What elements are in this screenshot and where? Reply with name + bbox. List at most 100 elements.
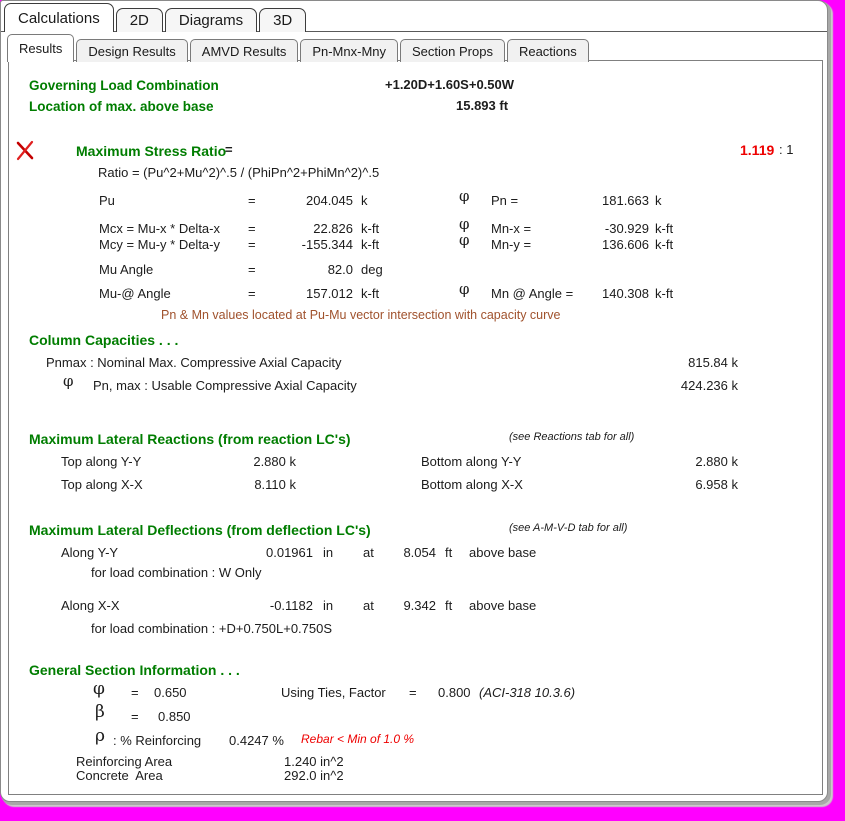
tab-diagrams[interactable]: Diagrams xyxy=(165,8,257,32)
deflection-suffix: above base xyxy=(469,546,536,561)
deflection-unit: in xyxy=(323,546,333,561)
app-window: Calculations 2D Diagrams 3D Results Desi… xyxy=(0,0,828,802)
deflection-value: 0.01961 xyxy=(231,546,313,561)
pnmax-label: Pnmax : Nominal Max. Compressive Axial C… xyxy=(46,356,342,371)
tab-section-props[interactable]: Section Props xyxy=(400,39,505,62)
tab-pn-mnx-mny[interactable]: Pn-Mnx-Mny xyxy=(300,39,398,62)
reaction-label: Bottom along X-X xyxy=(421,478,523,493)
governing-load-combination-label: Governing Load Combination xyxy=(29,78,219,94)
phi-value: 0.650 xyxy=(154,686,187,701)
location-of-max-label: Location of max. above base xyxy=(29,99,214,115)
row-unit: k xyxy=(361,194,368,209)
row-label: Mu Angle xyxy=(99,263,153,278)
screenshot-root: { "colors":{"green":"#007d00","red":"#ee… xyxy=(0,0,845,821)
phi-symbol: φ xyxy=(459,232,470,249)
row-unit: k-ft xyxy=(361,222,379,237)
row-label: Mcx = Mu-x * Delta-x xyxy=(99,222,220,237)
tab-label: 2D xyxy=(130,12,149,29)
deflection-location: 8.054 xyxy=(386,546,436,561)
row-rlabel: Mn-x = xyxy=(491,222,531,237)
row-runit: k-ft xyxy=(655,238,673,253)
concrete-area-label: Concrete Area xyxy=(76,769,163,784)
phi-pnmax-label: Pn, max : Usable Compressive Axial Capac… xyxy=(93,379,357,394)
row-unit: deg xyxy=(361,263,383,278)
beta-value: 0.850 xyxy=(158,710,191,725)
beta-eq: = xyxy=(131,710,139,725)
rho-label: : % Reinforcing xyxy=(113,734,201,749)
row-rvalue: 136.606 xyxy=(541,238,649,253)
tab-label: Results xyxy=(19,41,62,56)
max-stress-ratio-value: 1.119 xyxy=(740,142,774,158)
reaction-value: 2.880 k xyxy=(201,455,296,470)
row-value: -155.344 xyxy=(238,238,353,253)
rebar-warning: Rebar < Min of 1.0 % xyxy=(301,733,414,747)
reaction-value: 6.958 k xyxy=(601,478,738,493)
tab-amvd-results[interactable]: AMVD Results xyxy=(190,39,299,62)
tab-calculations[interactable]: Calculations xyxy=(4,3,114,32)
deflection-value: -0.1182 xyxy=(231,599,313,614)
lateral-reactions-title: Maximum Lateral Reactions (from reaction… xyxy=(29,431,351,447)
ties-value: 0.800 xyxy=(438,686,471,701)
ties-eq: = xyxy=(409,686,417,701)
row-label: Pu xyxy=(99,194,115,209)
deflection-suffix: above base xyxy=(469,599,536,614)
column-capacities-title: Column Capacities . . . xyxy=(29,332,178,348)
max-stress-ratio-eq: = xyxy=(225,143,233,158)
deflection-at: at xyxy=(363,599,374,614)
reaction-label: Top along X-X xyxy=(61,478,143,493)
reaction-label: Top along Y-Y xyxy=(61,455,141,470)
ties-code-reference: (ACI-318 10.3.6) xyxy=(479,686,575,701)
reaction-label: Bottom along Y-Y xyxy=(421,455,521,470)
tab-label: Pn-Mnx-Mny xyxy=(312,44,386,59)
deflection-at: at xyxy=(363,546,374,561)
tab-label: Design Results xyxy=(88,44,175,59)
max-stress-ratio-title: Maximum Stress Ratio xyxy=(76,143,226,159)
phi-symbol: φ xyxy=(63,373,74,390)
row-label: Mu-@ Angle xyxy=(99,287,171,302)
row-label: Mcy = Mu-y * Delta-y xyxy=(99,238,220,253)
deflections-note: (see A-M-V-D tab for all) xyxy=(509,522,627,535)
deflection-combo: for load combination : +D+0.750L+0.750S xyxy=(91,622,332,637)
beta-symbol: β xyxy=(95,703,105,723)
reaction-value: 2.880 k xyxy=(601,455,738,470)
tab-label: 3D xyxy=(273,12,292,29)
ties-label: Using Ties, Factor xyxy=(281,686,386,701)
deflection-unit: in xyxy=(323,599,333,614)
concrete-area-value: 292.0 in^2 xyxy=(284,769,344,784)
phi-pnmax-value: 424.236 k xyxy=(601,379,738,394)
row-value: 157.012 xyxy=(238,287,353,302)
tab-label: Reactions xyxy=(519,44,577,59)
lateral-deflections-title: Maximum Lateral Deflections (from deflec… xyxy=(29,522,371,538)
phi-symbol: φ xyxy=(459,281,470,298)
rho-value: 0.4247 % xyxy=(229,734,284,749)
deflection-loc-unit: ft xyxy=(445,546,452,561)
location-of-max-value: 15.893 ft xyxy=(456,99,508,114)
row-value: 82.0 xyxy=(238,263,353,278)
sub-tab-strip: Results Design Results AMVD Results Pn-M… xyxy=(7,34,589,62)
pn-mn-note: Pn & Mn values located at Pu-Mu vector i… xyxy=(161,308,561,322)
general-section-title: General Section Information . . . xyxy=(29,662,240,678)
max-stress-ratio-suffix: : 1 xyxy=(779,143,793,158)
deflection-loc-unit: ft xyxy=(445,599,452,614)
row-rvalue: 181.663 xyxy=(541,194,649,209)
pnmax-value: 815.84 k xyxy=(601,356,738,371)
tab-results[interactable]: Results xyxy=(7,34,74,62)
row-runit: k-ft xyxy=(655,222,673,237)
row-value: 204.045 xyxy=(238,194,353,209)
tab-design-results[interactable]: Design Results xyxy=(76,39,187,62)
deflection-combo: for load combination : W Only xyxy=(91,566,262,581)
tab-label: AMVD Results xyxy=(202,44,287,59)
tab-label: Diagrams xyxy=(179,12,243,29)
tab-reactions[interactable]: Reactions xyxy=(507,39,589,62)
tab-2d[interactable]: 2D xyxy=(116,8,163,32)
rho-symbol: ρ xyxy=(95,727,105,747)
row-unit: k-ft xyxy=(361,238,379,253)
row-runit: k xyxy=(655,194,662,209)
stress-ratio-formula: Ratio = (Pu^2+Mu^2)^.5 / (PhiPn^2+PhiMn^… xyxy=(98,166,379,181)
row-runit: k-ft xyxy=(655,287,673,302)
phi-symbol: φ xyxy=(459,188,470,205)
tab-3d[interactable]: 3D xyxy=(259,8,306,32)
row-rlabel: Pn = xyxy=(491,194,518,209)
reactions-note: (see Reactions tab for all) xyxy=(509,431,634,444)
deflection-label: Along Y-Y xyxy=(61,546,118,561)
